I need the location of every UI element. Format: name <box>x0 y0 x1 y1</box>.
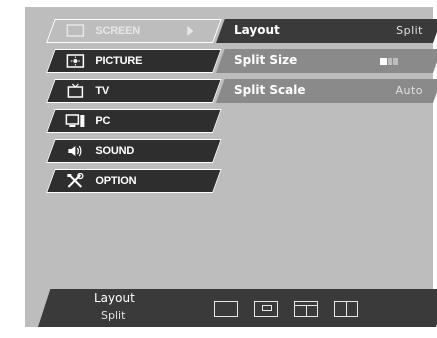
option-value-split-scale: Auto <box>395 84 423 97</box>
layout-single-icon <box>214 301 238 317</box>
option-row-layout[interactable]: Layout Split <box>216 19 437 43</box>
info-bar: Layout Split <box>38 289 437 327</box>
menu-label-picture: PICTURE <box>95 55 143 67</box>
split-size-level-indicator <box>380 58 399 65</box>
menu-item-picture[interactable]: PICTURE <box>46 49 222 73</box>
menu-label-option: OPTION <box>95 175 137 187</box>
split-size-segment <box>380 58 387 65</box>
menu-item-option[interactable]: OPTION <box>46 169 222 193</box>
osd-screen: SCREEN PICTURE TV PC SOUND OPTION Layout… <box>0 0 437 338</box>
menu-label-screen: SCREEN <box>95 25 141 37</box>
menu-label-tv: TV <box>95 85 110 97</box>
menu-item-sound[interactable]: SOUND <box>46 139 222 163</box>
info-title: Layout <box>94 291 135 305</box>
layout-split-vertical-icon <box>334 301 358 317</box>
info-value: Split <box>101 309 126 322</box>
split-size-segment <box>393 58 398 65</box>
menu-label-sound: SOUND <box>95 145 135 157</box>
option-icon <box>67 173 84 188</box>
layout-split-horizontal-icon <box>294 301 318 317</box>
chevron-right-icon <box>187 26 194 36</box>
menu-item-pc[interactable]: PC <box>46 109 222 133</box>
option-label-layout: Layout <box>234 23 280 37</box>
option-value-layout: Split <box>396 24 423 37</box>
option-row-split-size[interactable]: Split Size <box>216 49 437 73</box>
picture-icon <box>66 54 85 68</box>
split-size-segment <box>387 58 393 65</box>
screen-icon <box>66 24 85 37</box>
pc-icon <box>65 114 85 127</box>
menu-item-screen[interactable]: SCREEN <box>46 19 222 43</box>
option-label-split-scale: Split Scale <box>234 83 306 97</box>
layout-pip-icon <box>254 301 278 317</box>
option-label-split-size: Split Size <box>234 53 298 67</box>
menu-item-tv[interactable]: TV <box>46 79 222 103</box>
tv-icon <box>67 83 84 98</box>
option-row-split-scale[interactable]: Split Scale Auto <box>216 79 437 103</box>
menu-label-pc: PC <box>95 115 111 127</box>
sound-icon <box>68 145 82 157</box>
